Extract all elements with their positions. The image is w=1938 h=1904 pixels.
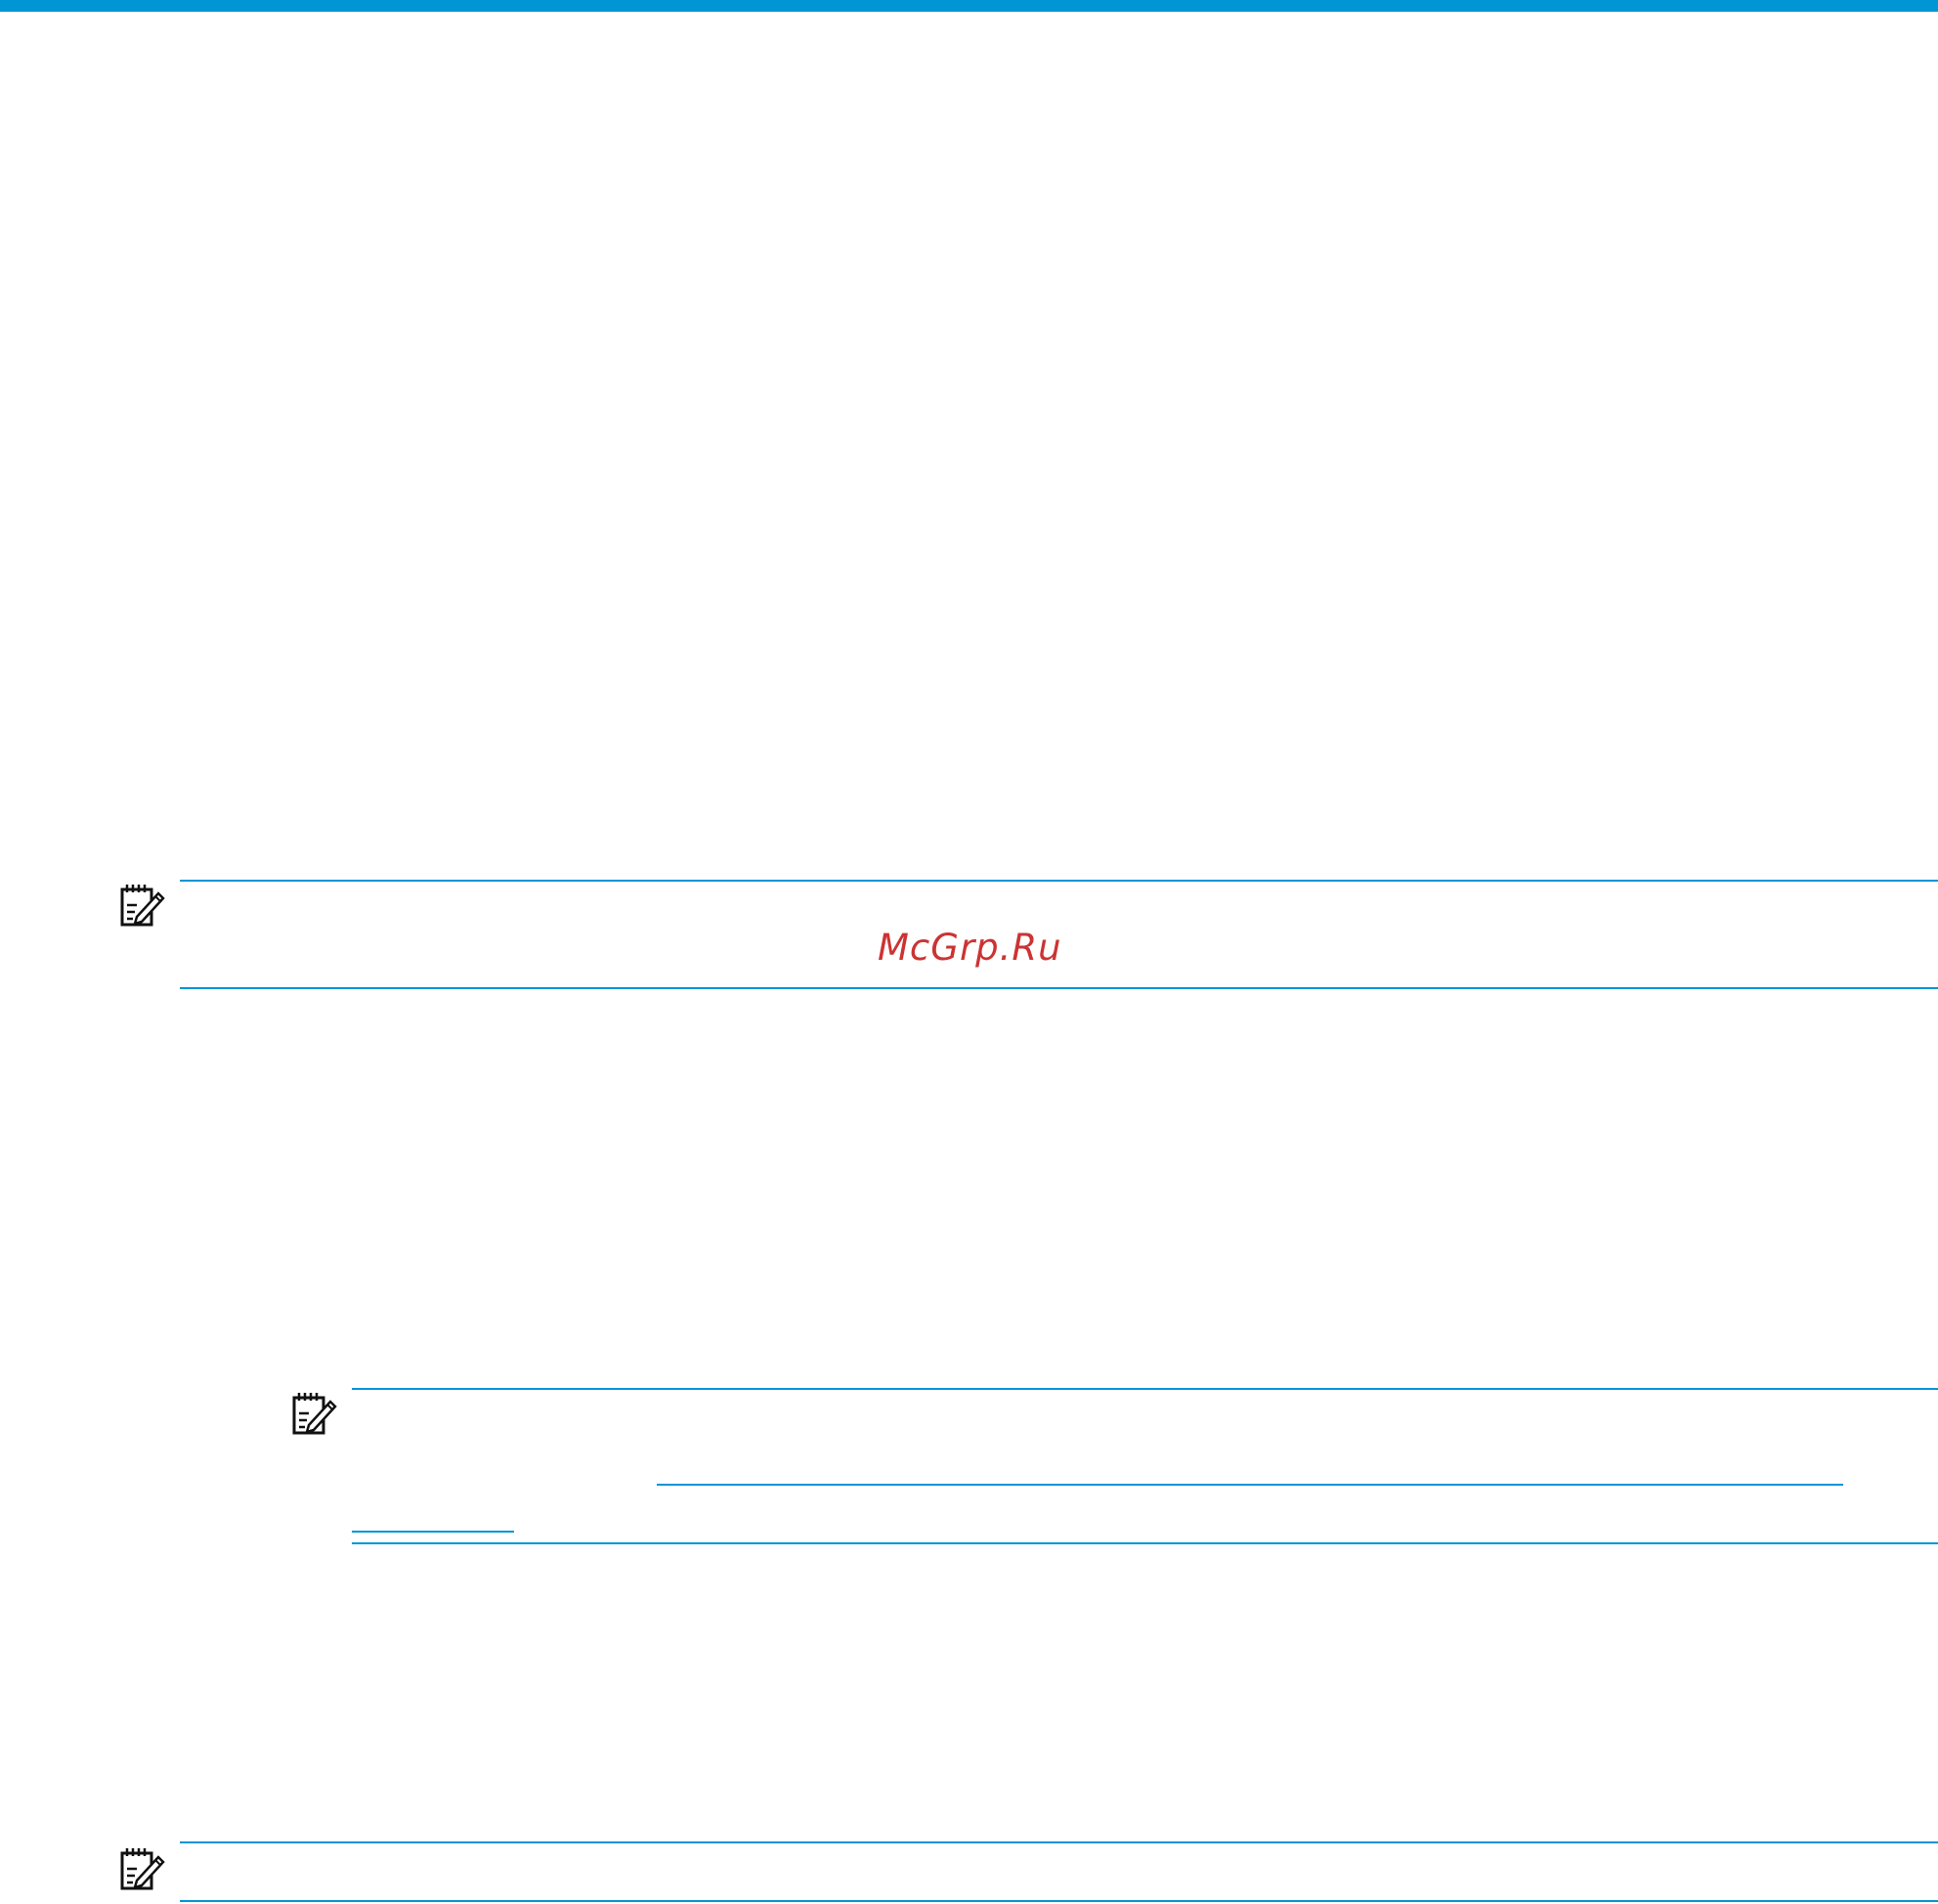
note-bottom-rule — [352, 1542, 1938, 1544]
header-accent-bar — [0, 0, 1938, 12]
note-pencil-icon — [292, 1393, 337, 1435]
watermark: McGrp.Ru — [878, 927, 1062, 969]
note-bottom-rule — [180, 1900, 1938, 1902]
link-underline[interactable] — [657, 1484, 1843, 1486]
note-pencil-icon — [120, 885, 165, 927]
note-top-rule — [180, 1841, 1938, 1843]
note-pencil-icon — [120, 1848, 165, 1890]
note-top-rule — [352, 1388, 1938, 1390]
note-top-rule — [180, 880, 1938, 882]
link-underline[interactable] — [352, 1531, 514, 1533]
note-bottom-rule — [180, 987, 1938, 989]
